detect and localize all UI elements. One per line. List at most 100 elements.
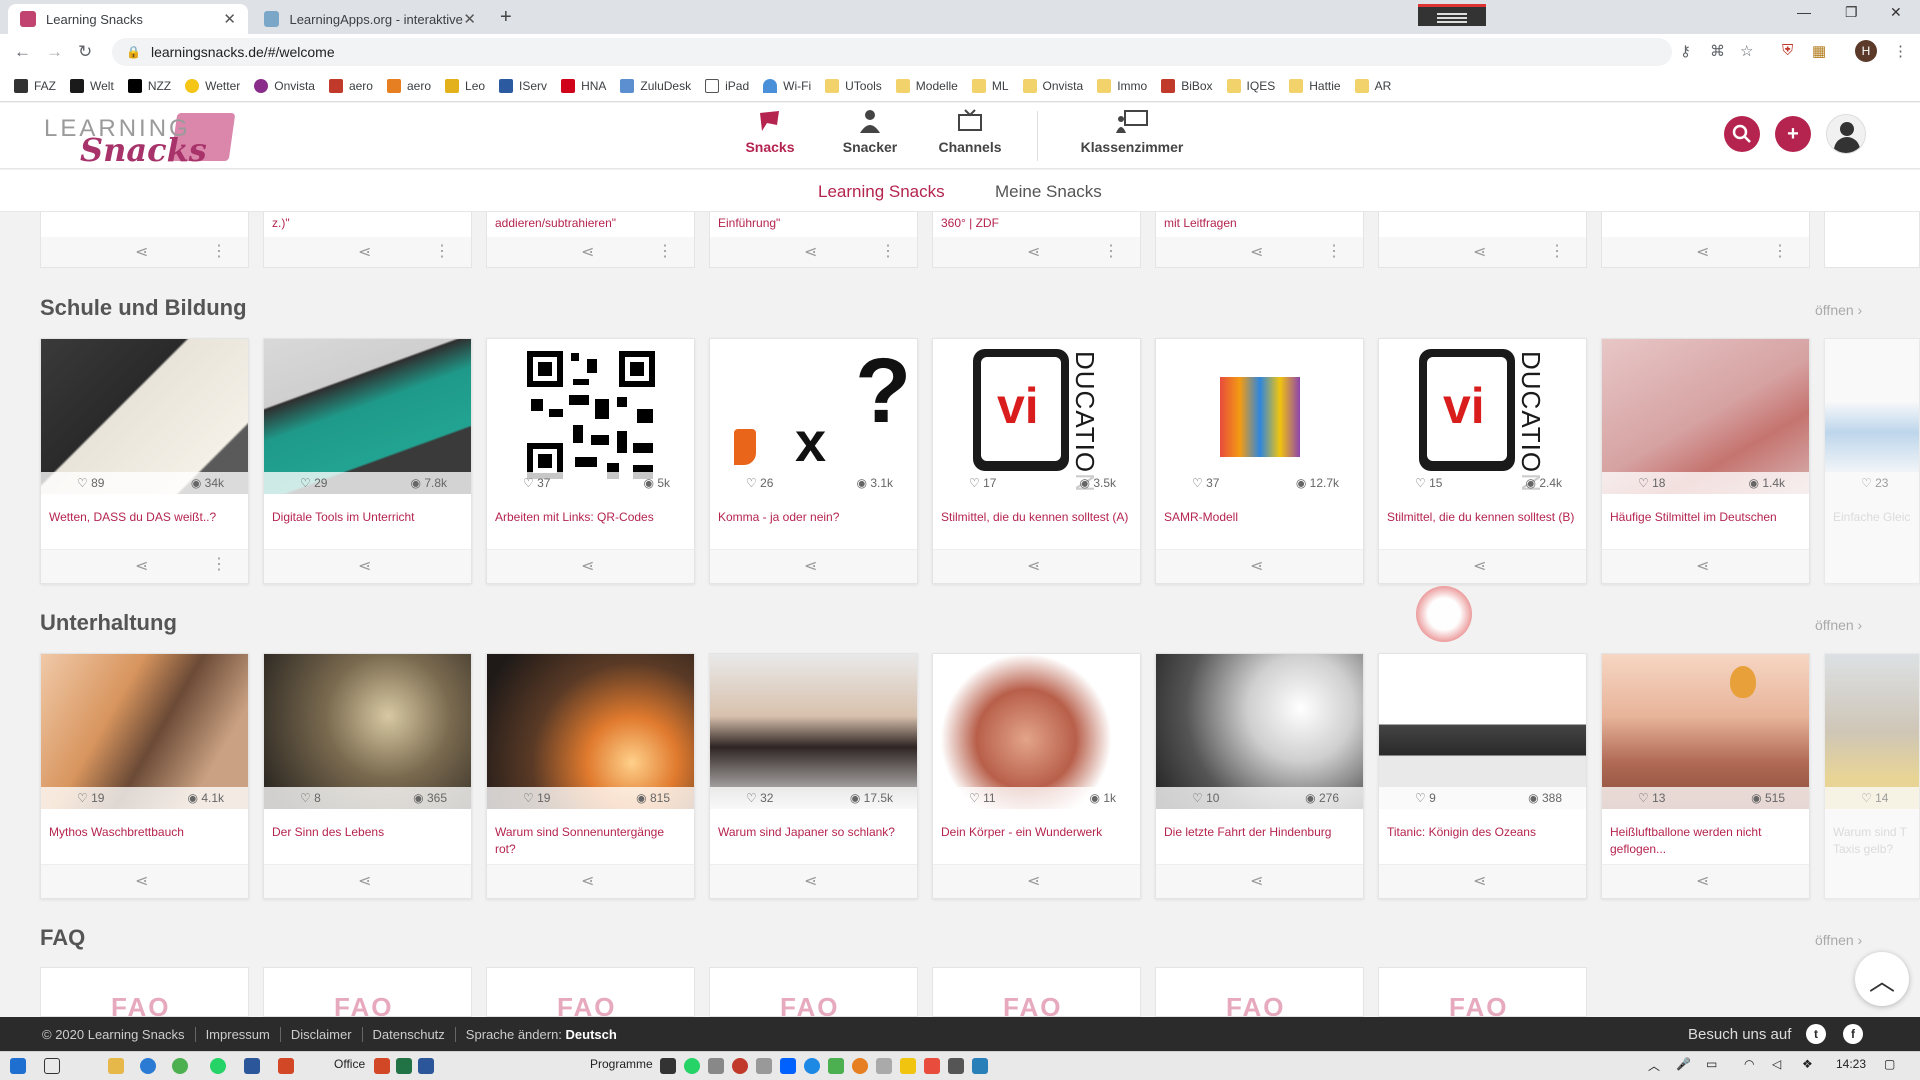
bookmark[interactable]: Wetter (185, 78, 240, 93)
language-value[interactable]: Deutsch (566, 1027, 617, 1042)
profile-avatar[interactable]: H (1855, 40, 1877, 62)
snack-card[interactable]: z.)" ⋖ ⋮ (263, 212, 472, 268)
share-icon[interactable]: ⋖ (1696, 242, 1709, 262)
dropbox-icon[interactable] (780, 1058, 796, 1074)
bookmark-folder[interactable]: Hattie (1289, 78, 1341, 93)
snack-card[interactable]: ♡ 18 ◉ 1.4k Häufige Stilmittel im Deutsch… (1601, 338, 1810, 584)
close-tab-icon[interactable]: ✕ (223, 10, 236, 28)
faq-card[interactable]: FAQ (263, 967, 472, 1017)
translate-icon[interactable]: ⌘ (1710, 42, 1725, 60)
share-icon[interactable]: ⋖ (1473, 871, 1486, 891)
snack-card[interactable]: ♡ 13 ◉ 515 Heißluftballone werden nicht g… (1601, 653, 1810, 899)
share-icon[interactable]: ⋖ (1250, 871, 1263, 891)
task-view-icon[interactable] (44, 1058, 60, 1074)
app-icon[interactable] (972, 1058, 988, 1074)
snack-card[interactable]: ⋖ ⋮ (40, 212, 249, 268)
more-icon[interactable]: ⋮ (211, 554, 227, 574)
snack-card[interactable]: ♡ 19 ◉ 4.1k Mythos Waschbrettbauch ⋖ (40, 653, 249, 899)
battery-icon[interactable]: ▭ (1706, 1057, 1717, 1071)
snack-card[interactable]: ♡ 9 ◉ 388 Titanic: Königin des Ozeans ⋖ (1378, 653, 1587, 899)
subnav-meine-snacks[interactable]: Meine Snacks (995, 182, 1102, 202)
snack-card[interactable]: ♡ 11 ◉ 1k Dein Körper - ein Wunderwerk ⋖ (932, 653, 1141, 899)
share-icon[interactable]: ⋖ (1027, 871, 1040, 891)
whatsapp-icon[interactable] (210, 1058, 226, 1074)
nav-klassenzimmer[interactable]: Klassenzimmer (1072, 109, 1192, 155)
reload-icon[interactable]: ↻ (78, 42, 92, 62)
share-icon[interactable]: ⋖ (804, 871, 817, 891)
share-icon[interactable]: ⋖ (1696, 556, 1709, 576)
app-icon[interactable] (732, 1058, 748, 1074)
share-icon[interactable]: ⋖ (135, 556, 148, 576)
app-icon[interactable] (804, 1058, 820, 1074)
new-tab-icon[interactable]: + (500, 6, 512, 29)
faq-card[interactable]: FAQ (1155, 967, 1364, 1017)
more-icon[interactable]: ⋮ (1772, 241, 1788, 261)
language-switch[interactable]: Sprache ändern: Deutsch (456, 1027, 627, 1042)
faq-card[interactable]: FAQ (486, 967, 695, 1017)
snack-card[interactable]: vi DUCATION ♡ 15 ◉ 2.4k Stilmittel, die d… (1378, 338, 1587, 584)
share-icon[interactable]: ⋖ (804, 242, 817, 262)
bookmark[interactable]: FAZ (14, 78, 56, 93)
snack-card[interactable]: ♡ 14 Warum sind T Taxis gelb? (1824, 653, 1920, 899)
powerpoint-icon[interactable] (278, 1058, 294, 1074)
browser-tab-learningapps[interactable]: LearningApps.org - interaktive u ✕ (252, 4, 488, 34)
bookmark[interactable]: IServ (499, 78, 547, 93)
faq-card[interactable]: FAQ (1378, 967, 1587, 1017)
bookmark-folder[interactable]: UTools (825, 78, 882, 93)
share-icon[interactable]: ⋖ (135, 871, 148, 891)
word-icon[interactable] (418, 1058, 434, 1074)
more-icon[interactable]: ⋮ (434, 241, 450, 261)
nav-channels[interactable]: Channels (920, 109, 1020, 155)
share-icon[interactable]: ⋖ (1027, 242, 1040, 262)
bookmark[interactable]: ZuluDesk (620, 78, 691, 93)
url-field[interactable]: 🔒 learningsnacks.de/#/welcome (112, 38, 1672, 66)
notifications-icon[interactable]: ▢ (1884, 1057, 1895, 1071)
section-open-link[interactable]: öffnen › (1815, 932, 1862, 948)
forward-icon[interactable]: → (46, 42, 63, 62)
app-icon[interactable] (924, 1058, 940, 1074)
share-icon[interactable]: ⋖ (358, 871, 371, 891)
star-icon[interactable]: ☆ (1740, 42, 1753, 60)
bookmark-folder[interactable]: Modelle (895, 78, 958, 93)
bookmark-folder[interactable]: IQES (1226, 78, 1275, 93)
snack-card[interactable]: ♡ 32 ◉ 17.5k Warum sind Japaner so schlan… (709, 653, 918, 899)
snack-card[interactable]: mit Leitfragen ⋖ ⋮ (1155, 212, 1364, 268)
maximize-icon[interactable]: ❐ (1845, 4, 1858, 21)
share-icon[interactable]: ⋖ (1696, 871, 1709, 891)
twitter-icon[interactable]: t (1806, 1024, 1826, 1044)
share-icon[interactable]: ⋖ (1027, 556, 1040, 576)
word-icon[interactable] (244, 1058, 260, 1074)
back-icon[interactable]: ← (14, 42, 31, 62)
faq-card[interactable]: FAQ (40, 967, 249, 1017)
create-snack-button[interactable]: + (1775, 116, 1811, 152)
app-icon[interactable] (756, 1058, 772, 1074)
scroll-to-top-button[interactable]: ︿ (1855, 952, 1909, 1006)
share-icon[interactable]: ⋖ (135, 242, 148, 262)
snack-card[interactable]: ♡ 89 ◉ 34k Wetten, DASS du DAS weißt..? ⋖… (40, 338, 249, 584)
snack-card[interactable]: ♡ 10 ◉ 276 Die letzte Fahrt der Hindenbur… (1155, 653, 1364, 899)
share-icon[interactable]: ⋖ (804, 556, 817, 576)
subnav-learning-snacks[interactable]: Learning Snacks (818, 182, 945, 202)
app-icon[interactable] (684, 1058, 700, 1074)
share-icon[interactable]: ⋖ (1250, 242, 1263, 262)
snack-card[interactable] (1824, 212, 1920, 268)
share-icon[interactable]: ⋖ (1473, 242, 1486, 262)
snack-card[interactable]: vi DUCATION ♡ 17 ◉ 3.5k Stilmittel, die d… (932, 338, 1141, 584)
shield-extension-icon[interactable]: ⛨ (1782, 42, 1793, 59)
faq-card[interactable]: FAQ (709, 967, 918, 1017)
app-icon[interactable] (708, 1058, 724, 1074)
app-icon[interactable] (828, 1058, 844, 1074)
windows-start-icon[interactable] (10, 1058, 26, 1074)
snack-card[interactable]: ? x ♡ 26 ◉ 3.1k Komma - ja oder nein? ⋖ (709, 338, 918, 584)
grid-extension-icon[interactable]: ▦ (1812, 42, 1826, 60)
snack-card[interactable]: ⋖ ⋮ (1601, 212, 1810, 268)
search-button[interactable] (1724, 116, 1760, 152)
window-menu-icon[interactable] (1418, 4, 1486, 26)
more-icon[interactable]: ⋮ (1549, 241, 1565, 261)
close-tab-icon[interactable]: ✕ (463, 10, 476, 28)
share-icon[interactable]: ⋖ (358, 242, 371, 262)
snack-card[interactable]: ♡ 37 ◉ 12.7k SAMR-Modell ⋖ (1155, 338, 1364, 584)
faq-card[interactable]: FAQ (932, 967, 1141, 1017)
user-avatar-button[interactable] (1826, 114, 1866, 154)
bookmark-folder[interactable]: Onvista (1022, 78, 1083, 93)
